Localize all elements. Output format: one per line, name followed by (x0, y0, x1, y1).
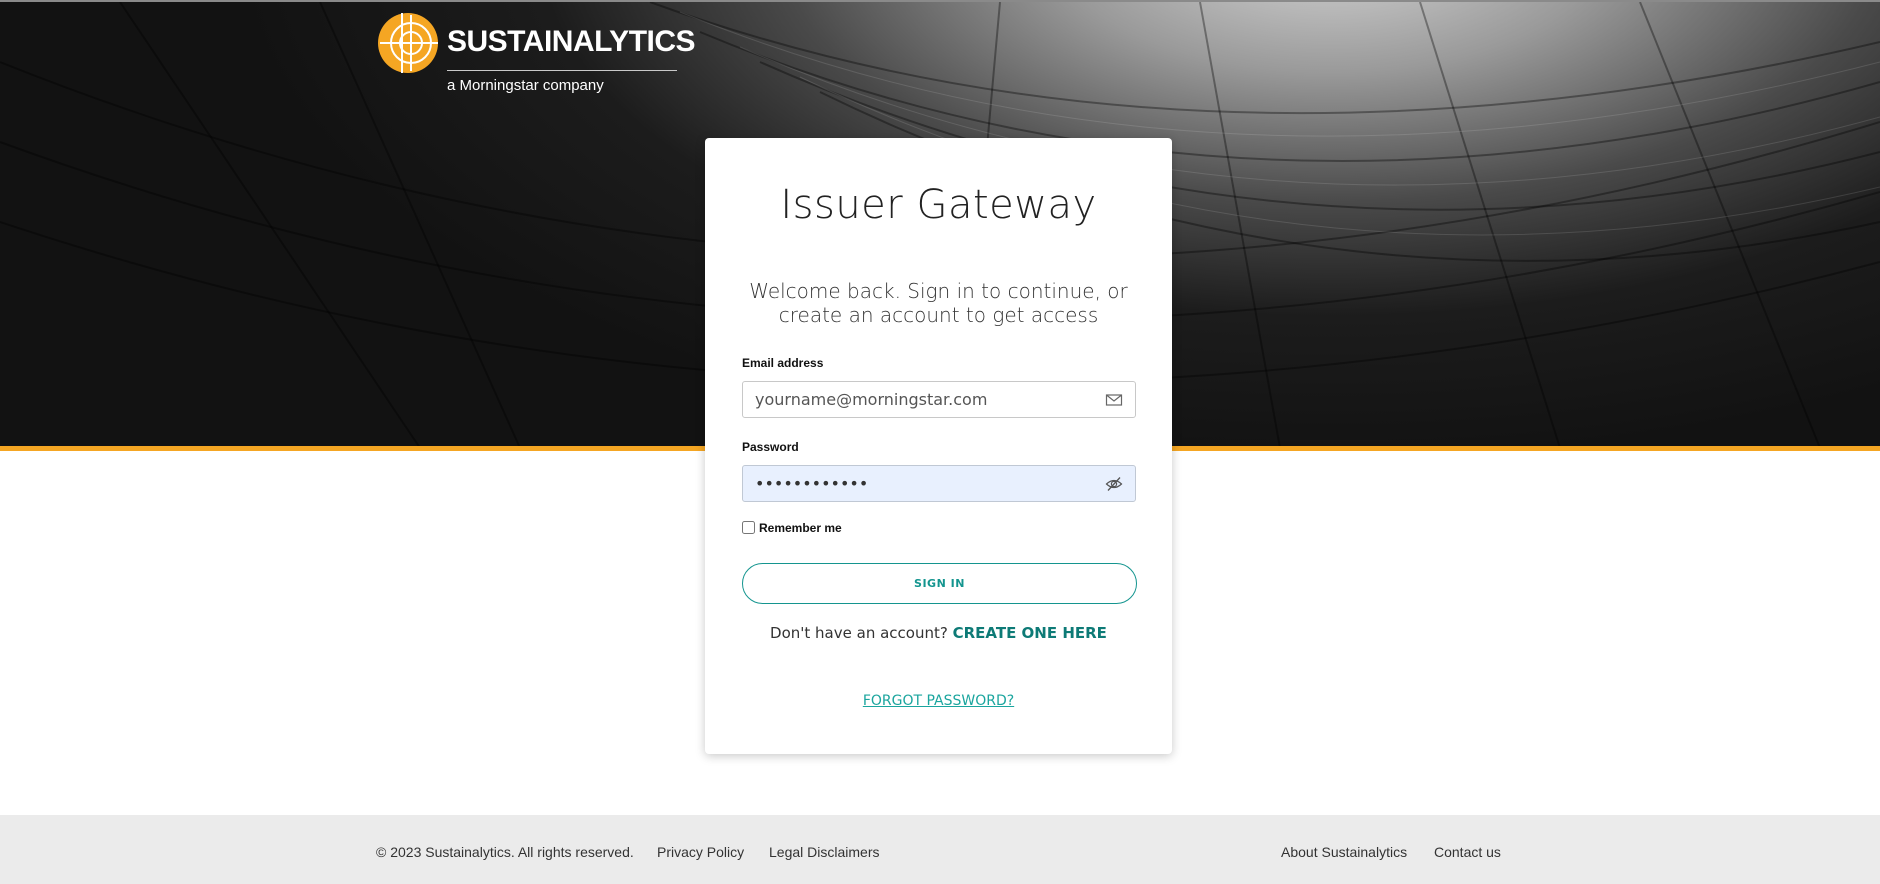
footer-contact-link[interactable]: Contact us (1434, 844, 1501, 860)
footer-legal-link[interactable]: Legal Disclaimers (769, 844, 879, 860)
eye-slash-icon[interactable] (1105, 475, 1123, 493)
remember-me[interactable]: Remember me (742, 521, 842, 537)
page-title: Issuer Gateway (780, 182, 1097, 228)
password-label: Password (742, 440, 799, 454)
password-field[interactable] (743, 466, 1107, 501)
sign-in-button[interactable]: SIGN IN (742, 563, 1137, 604)
sustainalytics-logo-icon (378, 13, 438, 73)
create-account-link[interactable]: CREATE ONE HERE (953, 624, 1107, 642)
login-card: Issuer Gateway Welcome back. Sign in to … (705, 138, 1172, 754)
forgot-password-link[interactable]: FORGOT PASSWORD? (705, 693, 1172, 709)
footer-copyright: © 2023 Sustainalytics. All rights reserv… (376, 844, 634, 860)
email-field-wrapper (742, 381, 1136, 418)
email-label: Email address (742, 356, 824, 370)
footer-about-link[interactable]: About Sustainalytics (1281, 844, 1407, 860)
footer: © 2023 Sustainalytics. All rights reserv… (0, 815, 1880, 884)
password-field-wrapper (742, 465, 1136, 502)
footer-privacy-link[interactable]: Privacy Policy (657, 844, 744, 860)
remember-me-checkbox[interactable] (742, 521, 755, 534)
email-field[interactable] (743, 382, 1107, 417)
logo-divider (447, 70, 677, 71)
no-account-prompt: Don't have an account? (770, 624, 948, 642)
no-account-text: Don't have an account? CREATE ONE HERE (705, 624, 1172, 642)
welcome-message: Welcome back. Sign in to continue, or cr… (749, 279, 1128, 327)
envelope-icon (1105, 394, 1123, 406)
brand-logo[interactable]: SUSTAINALYTICS a Morningstar company (376, 11, 696, 97)
brand-name: SUSTAINALYTICS (447, 25, 696, 58)
remember-me-label: Remember me (759, 521, 842, 535)
brand-tagline: a Morningstar company (447, 77, 604, 94)
